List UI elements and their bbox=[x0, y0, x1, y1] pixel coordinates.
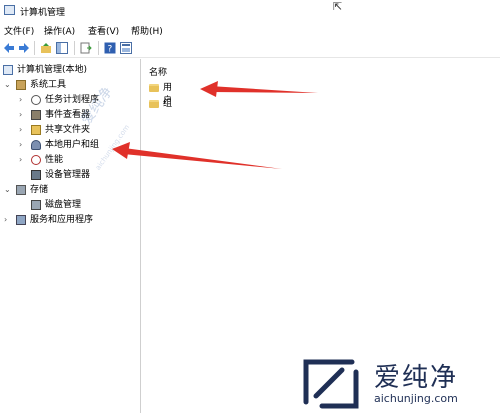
logo-text: 爱纯净 bbox=[374, 363, 459, 393]
logo-url: aichunjing.com bbox=[374, 392, 458, 405]
annotation-arrows bbox=[112, 81, 318, 169]
aichunjing-logo-icon bbox=[303, 359, 359, 409]
arrow-to-local-users bbox=[112, 142, 282, 169]
arrow-to-users bbox=[200, 81, 318, 97]
